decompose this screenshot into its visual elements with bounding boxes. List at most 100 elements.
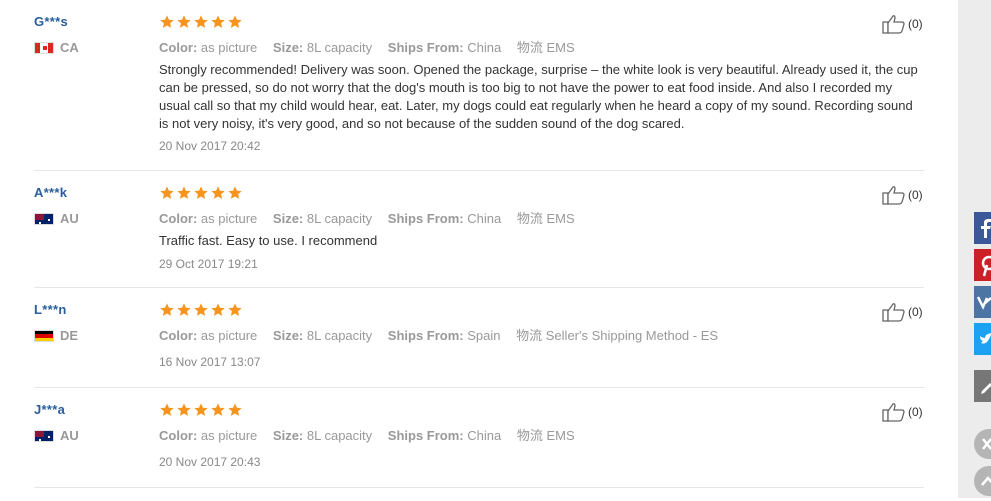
logistics-value: EMS: [546, 428, 575, 443]
pinterest-share-button[interactable]: [974, 249, 991, 281]
reviewer-name: A***k: [34, 185, 68, 200]
star-icon: [228, 403, 242, 416]
thumbs-up-icon[interactable]: [882, 402, 906, 422]
ships-from-label: Ships From:: [387, 40, 464, 55]
helpful-button[interactable]: (0): [882, 185, 923, 205]
close-icon: [982, 438, 991, 450]
vk-share-button[interactable]: [974, 286, 991, 318]
size-value: 8L capacity: [306, 328, 373, 343]
logistics-label: 物流: [516, 211, 543, 226]
review-item: L***n DE Color: as picture Size: 8L capa…: [34, 288, 924, 388]
star-rating: [159, 402, 243, 418]
star-icon: [177, 15, 191, 28]
logistics-label: 物流: [516, 328, 543, 343]
star-icon: [228, 186, 242, 199]
reviewer-country: DE: [34, 328, 78, 343]
flag-ca-icon: [34, 41, 54, 54]
color-value: as picture: [200, 211, 258, 226]
flag-au-icon: [34, 429, 54, 442]
star-icon: [160, 303, 174, 316]
thumbs-up-icon[interactable]: [882, 302, 906, 322]
ships-from-value: China: [467, 428, 502, 443]
star-icon: [211, 15, 225, 28]
reviewer-country: AU: [34, 428, 79, 443]
twitter-share-button[interactable]: [974, 323, 991, 355]
flag-de-icon: [34, 329, 54, 342]
star-icon: [211, 186, 225, 199]
reviews-panel: G***s CA Color: as picture Size: 8L capa…: [0, 0, 958, 498]
order-info: Color: as picture Size: 8L capacity Ship…: [159, 37, 587, 56]
logistics-value: EMS: [546, 211, 575, 226]
color-label: Color:: [159, 40, 198, 55]
helpful-count: (0): [908, 17, 923, 31]
color-value: as picture: [200, 40, 258, 55]
logistics-value: EMS: [546, 40, 575, 55]
helpful-button[interactable]: (0): [882, 302, 923, 322]
size-label: Size:: [272, 428, 304, 443]
size-label: Size:: [272, 328, 304, 343]
scroll-top-button[interactable]: [974, 466, 991, 496]
ships-from-value: China: [467, 40, 502, 55]
edit-button[interactable]: [974, 370, 991, 402]
country-code: AU: [60, 211, 79, 226]
pencil-icon: [981, 383, 991, 394]
vk-icon: [976, 296, 991, 310]
facebook-icon: [981, 219, 991, 238]
ships-from-value: Spain: [467, 328, 501, 343]
star-icon: [228, 15, 242, 28]
order-info: Color: as picture Size: 8L capacity Ship…: [159, 208, 587, 227]
star-rating: [159, 302, 243, 318]
color-value: as picture: [200, 328, 258, 343]
ships-from-value: China: [467, 211, 502, 226]
helpful-count: (0): [908, 405, 923, 419]
size-value: 8L capacity: [306, 428, 373, 443]
thumbs-up-icon[interactable]: [882, 14, 906, 34]
star-rating: [159, 185, 243, 201]
reviewer-name: J***a: [34, 402, 66, 417]
ships-from-label: Ships From:: [387, 328, 464, 343]
helpful-button[interactable]: (0): [882, 402, 923, 422]
pinterest-icon: [981, 255, 991, 277]
close-button[interactable]: [974, 429, 991, 459]
size-label: Size:: [272, 211, 304, 226]
reviewer-country: CA: [34, 40, 79, 55]
size-label: Size:: [272, 40, 304, 55]
star-icon: [177, 303, 191, 316]
star-icon: [194, 303, 208, 316]
color-label: Color:: [159, 428, 198, 443]
star-icon: [160, 186, 174, 199]
star-rating: [159, 14, 243, 30]
thumbs-up-icon[interactable]: [882, 185, 906, 205]
reviewer-name: G***s: [34, 14, 69, 29]
star-icon: [211, 403, 225, 416]
review-text: Strongly recommended! Delivery was soon.…: [159, 62, 918, 131]
review-date: 29 Oct 2017 19:21: [159, 257, 258, 271]
star-icon: [194, 15, 208, 28]
logistics-label: 物流: [516, 40, 543, 55]
country-code: DE: [60, 328, 79, 343]
review-date: 16 Nov 2017 13:07: [159, 355, 261, 369]
chevron-up-icon: [981, 476, 991, 486]
logistics-label: 物流: [516, 428, 543, 443]
color-label: Color:: [159, 211, 198, 226]
order-info: Color: as picture Size: 8L capacity Ship…: [159, 425, 587, 444]
reviewer-country: AU: [34, 211, 79, 226]
reviewer-name: L***n: [34, 302, 67, 317]
star-icon: [228, 303, 242, 316]
review-date: 20 Nov 2017 20:42: [159, 139, 261, 153]
star-icon: [194, 186, 208, 199]
size-value: 8L capacity: [306, 40, 373, 55]
star-icon: [160, 403, 174, 416]
order-info: Color: as picture Size: 8L capacity Ship…: [159, 325, 730, 344]
logistics-value: Seller's Shipping Method - ES: [545, 328, 719, 343]
country-code: CA: [60, 40, 79, 55]
country-code: AU: [60, 428, 79, 443]
review-text: Traffic fast. Easy to use. I recommend: [159, 233, 378, 248]
ships-from-label: Ships From:: [387, 428, 464, 443]
facebook-share-button[interactable]: [974, 212, 991, 244]
star-icon: [160, 15, 174, 28]
star-icon: [194, 403, 208, 416]
size-value: 8L capacity: [306, 211, 373, 226]
ships-from-label: Ships From:: [387, 211, 464, 226]
helpful-button[interactable]: (0): [882, 14, 923, 34]
